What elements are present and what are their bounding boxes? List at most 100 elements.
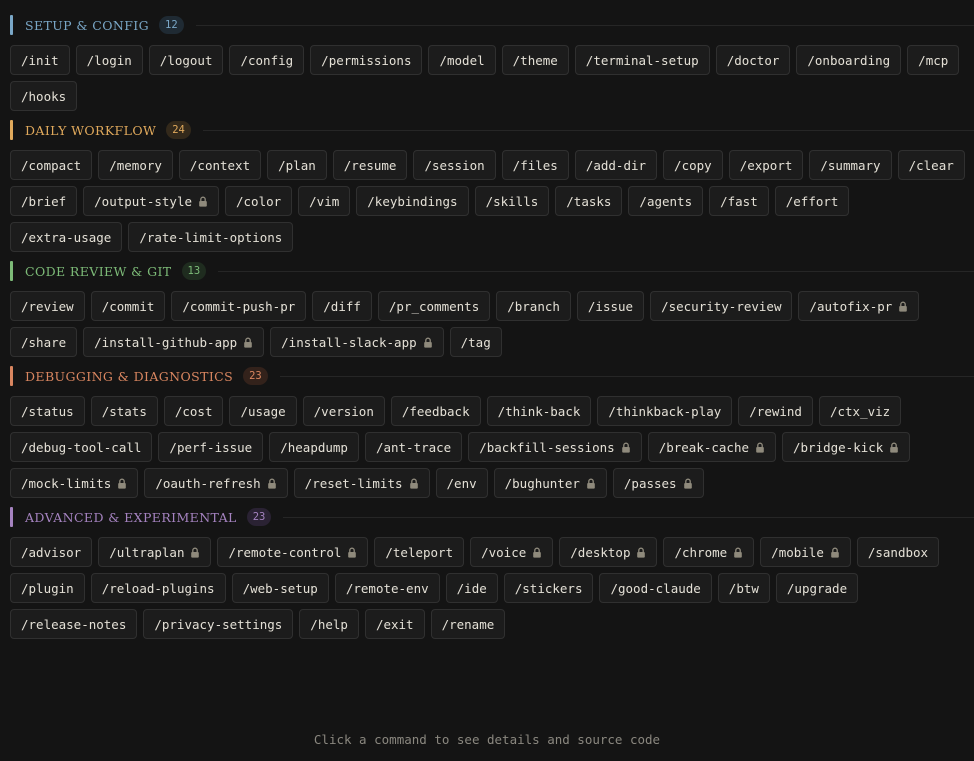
- command-chip-login[interactable]: /login: [75, 45, 143, 75]
- command-chip-think-back[interactable]: /think-back: [486, 396, 592, 426]
- command-chip-web-setup[interactable]: /web-setup: [231, 573, 329, 603]
- command-chip-fast[interactable]: /fast: [709, 186, 769, 216]
- command-chip-remote-env[interactable]: /remote-env: [334, 573, 440, 603]
- command-chip-sandbox[interactable]: /sandbox: [856, 537, 940, 567]
- command-chip-resume[interactable]: /resume: [332, 150, 408, 180]
- command-chip-onboarding[interactable]: /onboarding: [796, 45, 902, 75]
- command-chip-add-dir[interactable]: /add-dir: [574, 150, 658, 180]
- command-chip-hooks[interactable]: /hooks: [10, 81, 78, 111]
- command-chip-pr-comments[interactable]: /pr_comments: [377, 291, 491, 321]
- command-chip-thinkback-play[interactable]: /thinkback-play: [597, 396, 733, 426]
- command-chip-color[interactable]: /color: [225, 186, 293, 216]
- command-chip-theme[interactable]: /theme: [501, 45, 569, 75]
- command-chip-ant-trace[interactable]: /ant-trace: [364, 432, 463, 462]
- command-chip-skills[interactable]: /skills: [474, 186, 550, 216]
- command-chip-bughunter[interactable]: /bughunter: [493, 468, 607, 498]
- command-chip-vim[interactable]: /vim: [298, 186, 351, 216]
- command-chip-commit-push-pr[interactable]: /commit-push-pr: [171, 291, 307, 321]
- command-chip-desktop[interactable]: /desktop: [559, 537, 658, 567]
- command-chip-oauth-refresh[interactable]: /oauth-refresh: [144, 468, 288, 498]
- command-label: /theme: [512, 52, 558, 68]
- command-chip-terminal-setup[interactable]: /terminal-setup: [574, 45, 710, 75]
- command-chip-keybindings[interactable]: /keybindings: [356, 186, 469, 216]
- command-chip-rename[interactable]: /rename: [430, 609, 506, 639]
- command-chip-remote-control[interactable]: /remote-control: [217, 537, 369, 567]
- command-chip-model[interactable]: /model: [428, 45, 496, 75]
- command-chip-btw[interactable]: /btw: [717, 573, 770, 603]
- command-chip-reset-limits[interactable]: /reset-limits: [293, 468, 430, 498]
- command-label: /reload-plugins: [101, 580, 215, 596]
- command-chip-init[interactable]: /init: [10, 45, 70, 75]
- command-chip-break-cache[interactable]: /break-cache: [647, 432, 776, 462]
- command-chip-extra-usage[interactable]: /extra-usage: [10, 222, 123, 252]
- command-chip-review[interactable]: /review: [10, 291, 85, 321]
- command-chip-summary[interactable]: /summary: [809, 150, 892, 180]
- command-chip-autofix-pr[interactable]: /autofix-pr: [798, 291, 920, 321]
- command-chip-mobile[interactable]: /mobile: [760, 537, 851, 567]
- command-chip-teleport[interactable]: /teleport: [374, 537, 465, 567]
- command-chip-share[interactable]: /share: [10, 327, 78, 357]
- command-chip-doctor[interactable]: /doctor: [715, 45, 791, 75]
- command-chip-ide[interactable]: /ide: [445, 573, 498, 603]
- command-chip-context[interactable]: /context: [178, 150, 262, 180]
- command-chip-rate-limit-options[interactable]: /rate-limit-options: [128, 222, 294, 252]
- command-chip-upgrade[interactable]: /upgrade: [775, 573, 859, 603]
- section-header: DAILY WORKFLOW 24: [10, 119, 974, 141]
- command-chip-debug-tool-call[interactable]: /debug-tool-call: [10, 432, 153, 462]
- command-chip-export[interactable]: /export: [728, 150, 804, 180]
- command-chip-plan[interactable]: /plan: [267, 150, 327, 180]
- command-chip-voice[interactable]: /voice: [470, 537, 554, 567]
- command-chip-copy[interactable]: /copy: [663, 150, 723, 180]
- command-chip-good-claude[interactable]: /good-claude: [599, 573, 712, 603]
- command-chip-install-slack-app[interactable]: /install-slack-app: [270, 327, 444, 357]
- command-chip-diff[interactable]: /diff: [312, 291, 372, 321]
- command-chip-effort[interactable]: /effort: [774, 186, 850, 216]
- command-chip-heapdump[interactable]: /heapdump: [269, 432, 359, 462]
- command-chip-session[interactable]: /session: [413, 150, 496, 180]
- command-chip-passes[interactable]: /passes: [612, 468, 704, 498]
- command-chip-advisor[interactable]: /advisor: [10, 537, 93, 567]
- command-chip-issue[interactable]: /issue: [576, 291, 645, 321]
- command-chip-rewind[interactable]: /rewind: [738, 396, 813, 426]
- command-chip-logout[interactable]: /logout: [148, 45, 224, 75]
- command-label: /remote-control: [228, 544, 342, 560]
- command-chip-config[interactable]: /config: [229, 45, 305, 75]
- command-chip-brief[interactable]: /brief: [10, 186, 78, 216]
- command-chip-version[interactable]: /version: [302, 396, 385, 426]
- command-chip-cost[interactable]: /cost: [163, 396, 224, 426]
- command-chip-exit[interactable]: /exit: [364, 609, 425, 639]
- command-chip-install-github-app[interactable]: /install-github-app: [83, 327, 265, 357]
- command-chip-memory[interactable]: /memory: [98, 150, 173, 180]
- command-chip-backfill-sessions[interactable]: /backfill-sessions: [468, 432, 642, 462]
- command-chip-stickers[interactable]: /stickers: [503, 573, 594, 603]
- command-chip-tag[interactable]: /tag: [449, 327, 502, 357]
- command-chip-permissions[interactable]: /permissions: [310, 45, 423, 75]
- command-chip-tasks[interactable]: /tasks: [555, 186, 623, 216]
- command-chip-files[interactable]: /files: [501, 150, 569, 180]
- command-chip-reload-plugins[interactable]: /reload-plugins: [90, 573, 226, 603]
- command-chip-ultraplan[interactable]: /ultraplan: [98, 537, 212, 567]
- command-chip-status[interactable]: /status: [10, 396, 85, 426]
- command-chip-privacy-settings[interactable]: /privacy-settings: [143, 609, 294, 639]
- command-chip-plugin[interactable]: /plugin: [10, 573, 85, 603]
- command-chip-compact[interactable]: /compact: [10, 150, 93, 180]
- command-chip-stats[interactable]: /stats: [90, 396, 158, 426]
- command-chip-agents[interactable]: /agents: [628, 186, 704, 216]
- command-chip-release-notes[interactable]: /release-notes: [10, 609, 138, 639]
- command-chip-env[interactable]: /env: [435, 468, 488, 498]
- command-chip-feedback[interactable]: /feedback: [390, 396, 481, 426]
- command-chip-commit[interactable]: /commit: [90, 291, 166, 321]
- command-chip-chrome[interactable]: /chrome: [663, 537, 755, 567]
- command-chip-mcp[interactable]: /mcp: [907, 45, 960, 75]
- command-chip-clear[interactable]: /clear: [897, 150, 965, 180]
- command-chip-ctx-viz[interactable]: /ctx_viz: [818, 396, 902, 426]
- command-label: /remote-env: [345, 580, 429, 596]
- command-chip-output-style[interactable]: /output-style: [83, 186, 219, 216]
- command-chip-mock-limits[interactable]: /mock-limits: [10, 468, 139, 498]
- command-chip-help[interactable]: /help: [299, 609, 359, 639]
- command-chip-bridge-kick[interactable]: /bridge-kick: [782, 432, 911, 462]
- command-chip-perf-issue[interactable]: /perf-issue: [158, 432, 264, 462]
- command-chip-branch[interactable]: /branch: [496, 291, 571, 321]
- command-chip-usage[interactable]: /usage: [229, 396, 297, 426]
- command-chip-security-review[interactable]: /security-review: [650, 291, 793, 321]
